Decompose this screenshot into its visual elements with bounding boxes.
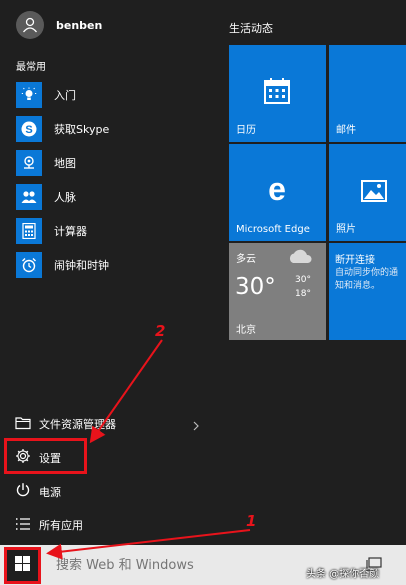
arrow-one: [46, 529, 251, 560]
arrow-two: [89, 339, 163, 444]
annotation-label-1: 1: [246, 512, 257, 530]
annotation-arrows: [46, 339, 251, 560]
annotation-label-2: 2: [155, 322, 166, 340]
